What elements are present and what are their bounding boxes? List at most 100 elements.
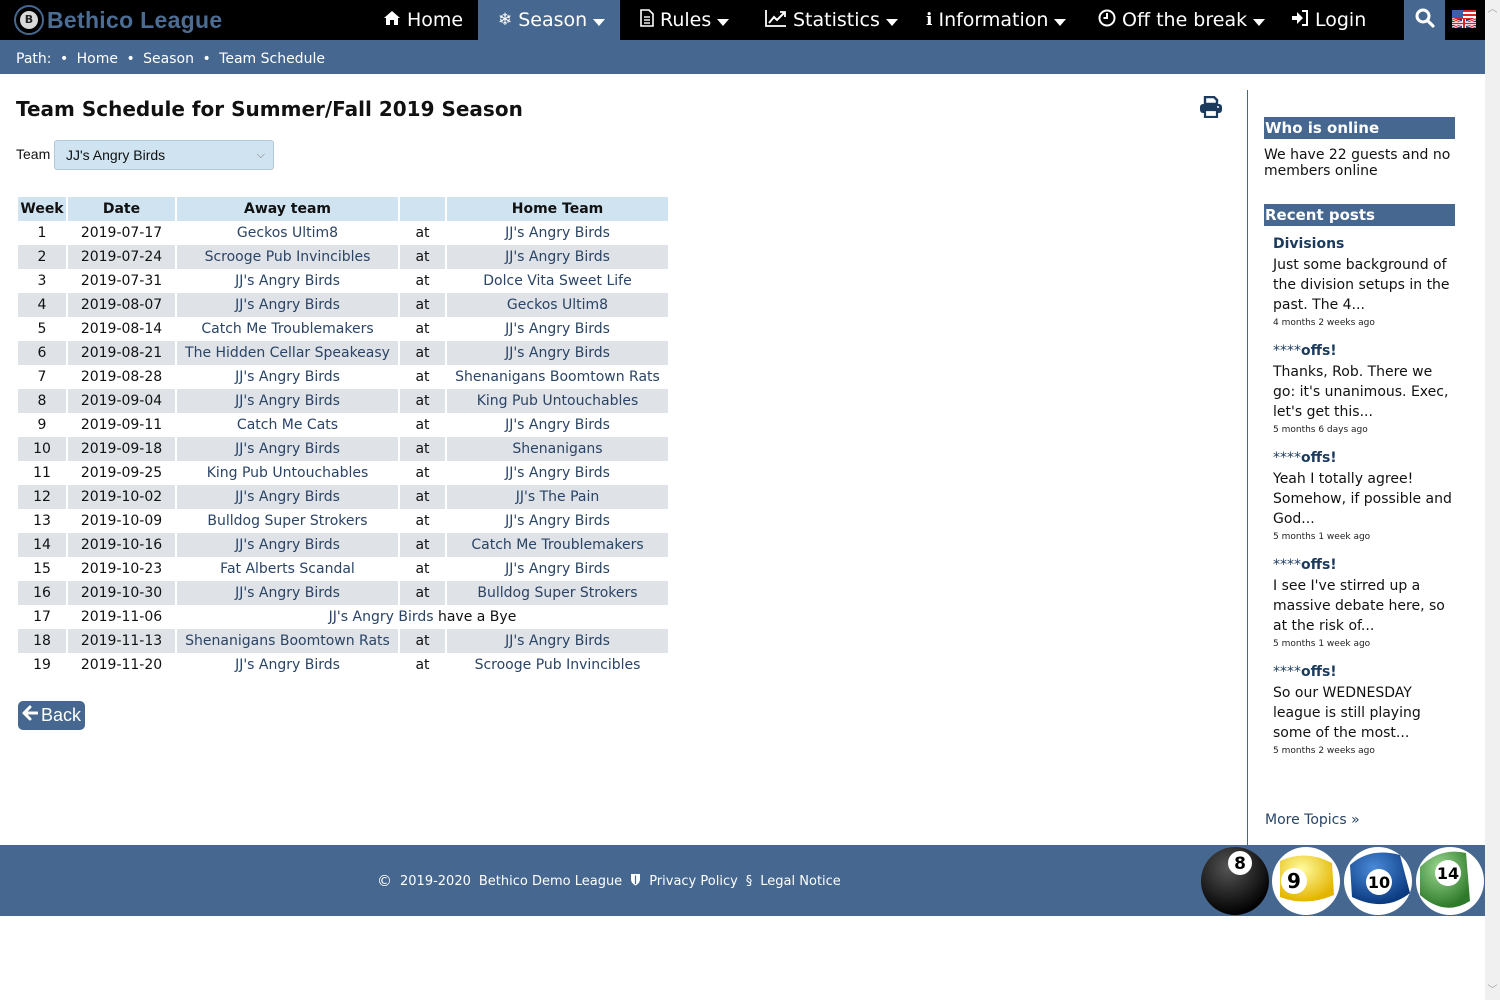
table-row: 6 2019-08-21 The Hidden Cellar Speakeasy at… bbox=[18, 341, 668, 365]
print-icon[interactable] bbox=[1199, 95, 1225, 120]
away-team-cell-link[interactable]: Catch Me Cats bbox=[237, 417, 338, 433]
away-team-cell-link[interactable]: JJ's Angry Birds bbox=[235, 273, 340, 289]
svg-text:10: 10 bbox=[1368, 873, 1390, 892]
away-team-cell-link[interactable]: JJ's Angry Birds bbox=[235, 393, 340, 409]
svg-text:14: 14 bbox=[1437, 864, 1459, 883]
post-title-link[interactable]: ****offs! bbox=[1273, 664, 1455, 681]
week-cell: 7 bbox=[37, 369, 47, 385]
more-topics-link[interactable]: More Topics » bbox=[1265, 812, 1360, 828]
away-team-cell-link[interactable]: Geckos Ultim8 bbox=[237, 225, 338, 241]
footer: © 2019-2020 Bethico Demo League Privacy … bbox=[0, 845, 1485, 916]
week-cell: 8 bbox=[18, 389, 66, 413]
away-team-cell-link[interactable]: JJ's Angry Birds bbox=[235, 489, 340, 505]
team-select[interactable]: JJ's Angry Birds ⌵ bbox=[54, 140, 274, 170]
away-team-cell-link[interactable]: Scrooge Pub Invincibles bbox=[205, 249, 371, 265]
away-team-cell-link[interactable]: JJ's Angry Birds bbox=[235, 657, 340, 673]
post-title-link[interactable]: ****offs! bbox=[1273, 557, 1455, 574]
date-cell: 2019-08-07 bbox=[68, 293, 175, 317]
nav-home[interactable]: Home bbox=[383, 0, 463, 40]
bye-team-link[interactable]: JJ's Angry Birds bbox=[329, 609, 434, 625]
away-team-cell: JJ's Angry Birds bbox=[177, 365, 398, 389]
chevron-down-icon: ⌵ bbox=[256, 149, 265, 161]
away-team-cell-link[interactable]: Fat Alberts Scandal bbox=[220, 561, 355, 577]
breadcrumb-season[interactable]: Season bbox=[143, 51, 194, 67]
home-team-cell-link[interactable]: Shenanigans bbox=[512, 441, 602, 457]
sidebar: Who is online We have 22 guests and no m… bbox=[1264, 117, 1455, 771]
home-team-cell: JJ's Angry Birds bbox=[447, 341, 668, 365]
caret-down-icon bbox=[885, 18, 898, 26]
home-team-cell-link[interactable]: JJ's Angry Birds bbox=[505, 321, 610, 337]
home-team-cell-link[interactable]: JJ's Angry Birds bbox=[505, 417, 610, 433]
away-team-cell: JJ's Angry Birds bbox=[177, 437, 398, 461]
away-team-cell-link[interactable]: JJ's Angry Birds bbox=[235, 369, 340, 385]
home-team-cell-link[interactable]: King Pub Untouchables bbox=[477, 393, 639, 409]
away-team-cell: Scrooge Pub Invincibles bbox=[177, 245, 398, 269]
vertical-scrollbar[interactable]: ︿ ﹀ bbox=[1485, 0, 1500, 1000]
home-team-cell-link[interactable]: Bulldog Super Strokers bbox=[477, 585, 637, 601]
back-button[interactable]: Back bbox=[18, 701, 85, 730]
nav-off-the-break[interactable]: Off the break bbox=[1098, 0, 1266, 40]
at-cell: at bbox=[400, 293, 445, 317]
nav-rules[interactable]: Rules bbox=[640, 0, 730, 40]
post-time: 5 months 1 week ago bbox=[1273, 639, 1371, 649]
away-team-cell-link[interactable]: Bulldog Super Strokers bbox=[207, 513, 367, 529]
home-team-cell-link[interactable]: JJ's Angry Birds bbox=[505, 465, 610, 481]
home-team-cell-link[interactable]: Dolce Vita Sweet Life bbox=[483, 273, 631, 289]
scroll-down-icon[interactable]: ﹀ bbox=[1485, 983, 1500, 998]
away-team-cell: King Pub Untouchables bbox=[177, 461, 398, 485]
away-team-cell-link[interactable]: Shenanigans Boomtown Rats bbox=[185, 633, 390, 649]
week-cell: 17 bbox=[33, 609, 51, 625]
brand-name: Bethico League bbox=[47, 6, 223, 33]
home-team-cell-link[interactable]: JJ's Angry Birds bbox=[505, 225, 610, 241]
home-team-cell-link[interactable]: JJ's Angry Birds bbox=[505, 513, 610, 529]
away-team-cell-link[interactable]: JJ's Angry Birds bbox=[235, 297, 340, 313]
home-team-cell-link[interactable]: JJ's Angry Birds bbox=[505, 561, 610, 577]
home-team-cell-link[interactable]: JJ's The Pain bbox=[516, 489, 600, 505]
post-title-text: offs! bbox=[1301, 450, 1337, 466]
post-title-link[interactable]: Divisions bbox=[1273, 236, 1455, 253]
info-icon: i bbox=[926, 10, 933, 30]
brand-logo[interactable]: B Bethico League bbox=[14, 5, 222, 35]
scroll-up-icon[interactable]: ︿ bbox=[1485, 2, 1500, 17]
search-button[interactable] bbox=[1404, 0, 1445, 40]
table-row: 12 2019-10-02 JJ's Angry Birds at JJ's The P… bbox=[18, 485, 668, 509]
home-team-cell-link[interactable]: JJ's Angry Birds bbox=[505, 249, 610, 265]
home-team-cell: JJ's The Pain bbox=[447, 485, 668, 509]
recent-post-item: ****offs! Thanks, Rob. There we go: it's … bbox=[1273, 343, 1455, 436]
svg-text:9: 9 bbox=[1287, 869, 1301, 893]
away-team-cell-link[interactable]: Catch Me Troublemakers bbox=[201, 321, 373, 337]
home-team-cell: JJ's Angry Birds bbox=[447, 557, 668, 581]
home-team-cell-link[interactable]: Catch Me Troublemakers bbox=[471, 537, 643, 553]
post-title-link[interactable]: ****offs! bbox=[1273, 343, 1455, 360]
away-team-cell-link[interactable]: The Hidden Cellar Speakeasy bbox=[185, 345, 390, 361]
home-team-cell: JJ's Angry Birds bbox=[447, 413, 668, 437]
breadcrumb: Path: • Home • Season • Team Schedule bbox=[0, 40, 1485, 74]
nav-information[interactable]: i Information bbox=[926, 0, 1067, 40]
home-team-cell-link[interactable]: JJ's Angry Birds bbox=[505, 633, 610, 649]
legal-notice-link[interactable]: Legal Notice bbox=[760, 874, 841, 889]
at-cell: at bbox=[415, 417, 430, 433]
away-team-cell-link[interactable]: JJ's Angry Birds bbox=[235, 537, 340, 553]
nav-login[interactable]: Login bbox=[1291, 0, 1366, 40]
privacy-policy-link[interactable]: Privacy Policy bbox=[649, 874, 738, 889]
svg-text:8: 8 bbox=[1234, 854, 1246, 874]
home-team-cell-link[interactable]: Geckos Ultim8 bbox=[507, 297, 608, 313]
nav-season[interactable]: ❄ Season bbox=[478, 0, 620, 40]
post-title-text: offs! bbox=[1301, 343, 1337, 359]
away-team-cell: JJ's Angry Birds bbox=[177, 581, 398, 605]
home-team-cell-link[interactable]: Scrooge Pub Invincibles bbox=[475, 657, 641, 673]
post-title-stars: **** bbox=[1273, 664, 1301, 680]
breadcrumb-home[interactable]: Home bbox=[77, 51, 118, 67]
billiard-balls-decoration: 8 9 10 14 bbox=[1200, 845, 1485, 916]
away-team-cell-link[interactable]: King Pub Untouchables bbox=[207, 465, 369, 481]
breadcrumb-current: Team Schedule bbox=[219, 51, 325, 67]
home-team-cell-link[interactable]: JJ's Angry Birds bbox=[505, 345, 610, 361]
language-flag-icon[interactable] bbox=[1451, 10, 1477, 30]
date-cell: 2019-10-16 bbox=[68, 533, 175, 557]
away-team-cell-link[interactable]: JJ's Angry Birds bbox=[235, 441, 340, 457]
home-team-cell-link[interactable]: Shenanigans Boomtown Rats bbox=[455, 369, 660, 385]
away-team-cell-link[interactable]: JJ's Angry Birds bbox=[235, 585, 340, 601]
footer-text: © 2019-2020 Bethico Demo League Privacy … bbox=[377, 872, 841, 890]
post-title-link[interactable]: ****offs! bbox=[1273, 450, 1455, 467]
nav-statistics[interactable]: Statistics bbox=[765, 0, 898, 40]
